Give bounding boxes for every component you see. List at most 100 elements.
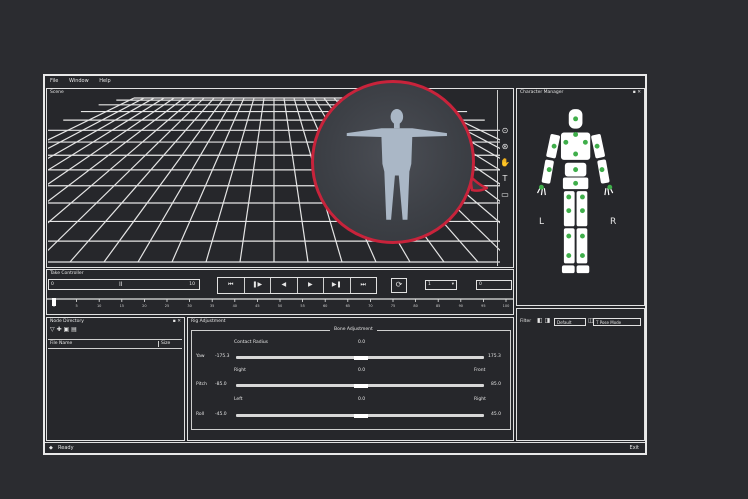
frame-range-field[interactable]: 0 II 10 — [48, 279, 200, 290]
roll-label: Roll — [196, 412, 205, 417]
character-skeleton — [536, 109, 614, 274]
panel-controls-icon[interactable]: ▪ ✕ — [173, 319, 181, 325]
status-icon: ◆ — [49, 445, 53, 451]
left-value: 0.0 — [358, 397, 366, 402]
right-value: 0.0 — [358, 368, 366, 373]
camera-icon[interactable]: ▭ — [500, 190, 510, 200]
right-end-label: Right — [474, 397, 486, 402]
column-file-name[interactable]: File Name — [50, 341, 72, 347]
character-manager-panel: Character Manager ▪ ✕ L R — [516, 88, 645, 306]
filter-icon[interactable]: ▽ — [50, 326, 55, 333]
play-pause-button[interactable]: ❚▶ — [245, 278, 271, 293]
rotate-icon[interactable]: ⊛ — [500, 142, 510, 152]
pitch-label: Pitch — [196, 382, 207, 387]
file-list-header: File Name Size — [48, 339, 182, 349]
viewport-toolbar: ⊙ ⊛ ✋ T ▭ — [497, 90, 512, 266]
speed-dropdown-value: 1 — [428, 282, 431, 287]
ruler-tick-label: 90 — [459, 304, 463, 308]
mode-dropdown-1[interactable]: Default — [554, 318, 586, 326]
magnifier-lens — [311, 80, 475, 244]
roll-min: -45.0 — [215, 412, 227, 417]
last-frame-button[interactable]: ⏭ — [351, 278, 377, 293]
ruler-tick-label: 65 — [346, 304, 350, 308]
first-frame-button[interactable]: ⏮ — [218, 278, 245, 293]
t-pose-figure — [346, 109, 447, 220]
frame-right-value: 10 — [189, 282, 195, 287]
ruler-tick-label: 85 — [436, 304, 440, 308]
right-label: Right — [234, 368, 246, 373]
mode-dropdown-2-value: T Pose Mode — [596, 320, 622, 325]
rig-panel-title: Rig Adjustment — [191, 319, 226, 324]
loop-icon[interactable]: ⟳ — [391, 278, 407, 293]
ruler-tick-label: 35 — [210, 304, 214, 308]
node-toolbar: ▽ ✚ ▣ ▤ — [50, 327, 77, 333]
timeline-title: Take Controller — [50, 271, 84, 276]
bone-adjustment-label: Bone Adjustment — [330, 327, 377, 333]
node-directory-panel: Node Directory ▪ ✕ ▽ ✚ ▣ ▤ File Name Siz… — [46, 317, 185, 441]
exit-button[interactable]: Exit — [630, 443, 639, 453]
step-back-button[interactable]: ◀ — [271, 278, 298, 293]
ruler-tick-label: 60 — [323, 304, 327, 308]
status-text: Ready — [58, 445, 74, 451]
left-label: Left — [234, 397, 243, 402]
hand-icon[interactable]: ✋ — [500, 158, 510, 168]
yaw-label: Yaw — [196, 354, 205, 359]
ruler-tick-label: 10 — [97, 304, 101, 308]
playhead-handle[interactable] — [52, 298, 56, 306]
ruler-tick-label: 50 — [278, 304, 282, 308]
ruler-tick-label: 75 — [391, 304, 395, 308]
ruler-tick-label: 45 — [255, 304, 259, 308]
file-icon[interactable]: ▤ — [71, 326, 77, 333]
right-options-panel: Filter ◧ ◨ Default ◫ T Pose Mode — [516, 308, 645, 441]
ruler-tick-label: 30 — [187, 304, 191, 308]
yaw-max: 175.3 — [488, 354, 501, 359]
ruler-tick-label: 55 — [300, 304, 304, 308]
yaw-slider-knob[interactable] — [354, 355, 368, 360]
frame-field-value: 0 — [479, 282, 482, 287]
ruler-tick-label: 80 — [413, 304, 417, 308]
filter-label: Filter — [520, 319, 532, 324]
pitch-max: 85.0 — [491, 382, 502, 387]
column-size[interactable]: Size — [158, 341, 170, 347]
frame-field[interactable]: 0 — [476, 280, 512, 290]
chevron-down-icon: ▾ — [451, 282, 454, 287]
node-directory-title: Node Directory — [50, 319, 84, 324]
ruler-tick-label: 25 — [165, 304, 169, 308]
speed-dropdown[interactable]: 1 ▾ — [425, 280, 457, 290]
menu-window[interactable]: Window — [69, 78, 89, 84]
right-side-label: R — [610, 217, 617, 227]
ruler-tick-label: 15 — [120, 304, 124, 308]
rig-adjustment-panel: Rig Adjustment Bone Adjustment Contact R… — [187, 317, 514, 441]
folder-icon[interactable]: ▣ — [64, 326, 70, 333]
status-bar: ◆ Ready Exit — [45, 442, 645, 454]
left-side-label: L — [539, 217, 545, 227]
menu-help[interactable]: Help — [99, 78, 110, 84]
pitch-slider-knob[interactable] — [354, 383, 368, 388]
pitch-min: -85.0 — [215, 382, 227, 387]
add-icon[interactable]: ✚ — [57, 326, 62, 333]
pause-icon[interactable]: II — [119, 280, 123, 289]
yaw-min: -175.3 — [215, 354, 230, 359]
front-label: Front — [474, 368, 486, 373]
timeline-ruler[interactable]: 0510152025303540455055606570758085909510… — [46, 298, 514, 308]
roll-slider-knob[interactable] — [354, 413, 368, 418]
ruler-tick-label: 5 — [75, 304, 77, 308]
toggle-icons[interactable]: ◧ ◨ — [537, 318, 550, 324]
text-icon[interactable]: T — [500, 174, 510, 184]
menu-file[interactable]: File — [50, 78, 58, 84]
frame-left-value: 0 — [51, 282, 54, 287]
ruler-tick-label: 95 — [481, 304, 485, 308]
roll-max: 45.0 — [491, 412, 502, 417]
transport-controls: ⏮ ❚▶ ◀ ▶ ▶❚ ⏭ — [217, 277, 377, 294]
ruler-tick-label: 70 — [368, 304, 372, 308]
play-button[interactable]: ▶ — [298, 278, 324, 293]
step-forward-button[interactable]: ▶❚ — [324, 278, 351, 293]
contact-radius-value: 0.0 — [358, 340, 366, 345]
ruler-tick-label: 40 — [233, 304, 237, 308]
contact-radius-label: Contact Radius — [234, 340, 269, 345]
mode-dropdown-2[interactable]: T Pose Mode — [593, 318, 641, 326]
mode-dropdown-1-value: Default — [557, 320, 572, 325]
orbit-icon[interactable]: ⊙ — [500, 126, 510, 136]
ruler-tick-label: 20 — [142, 304, 146, 308]
ruler-tick-label: 100 — [503, 304, 510, 308]
